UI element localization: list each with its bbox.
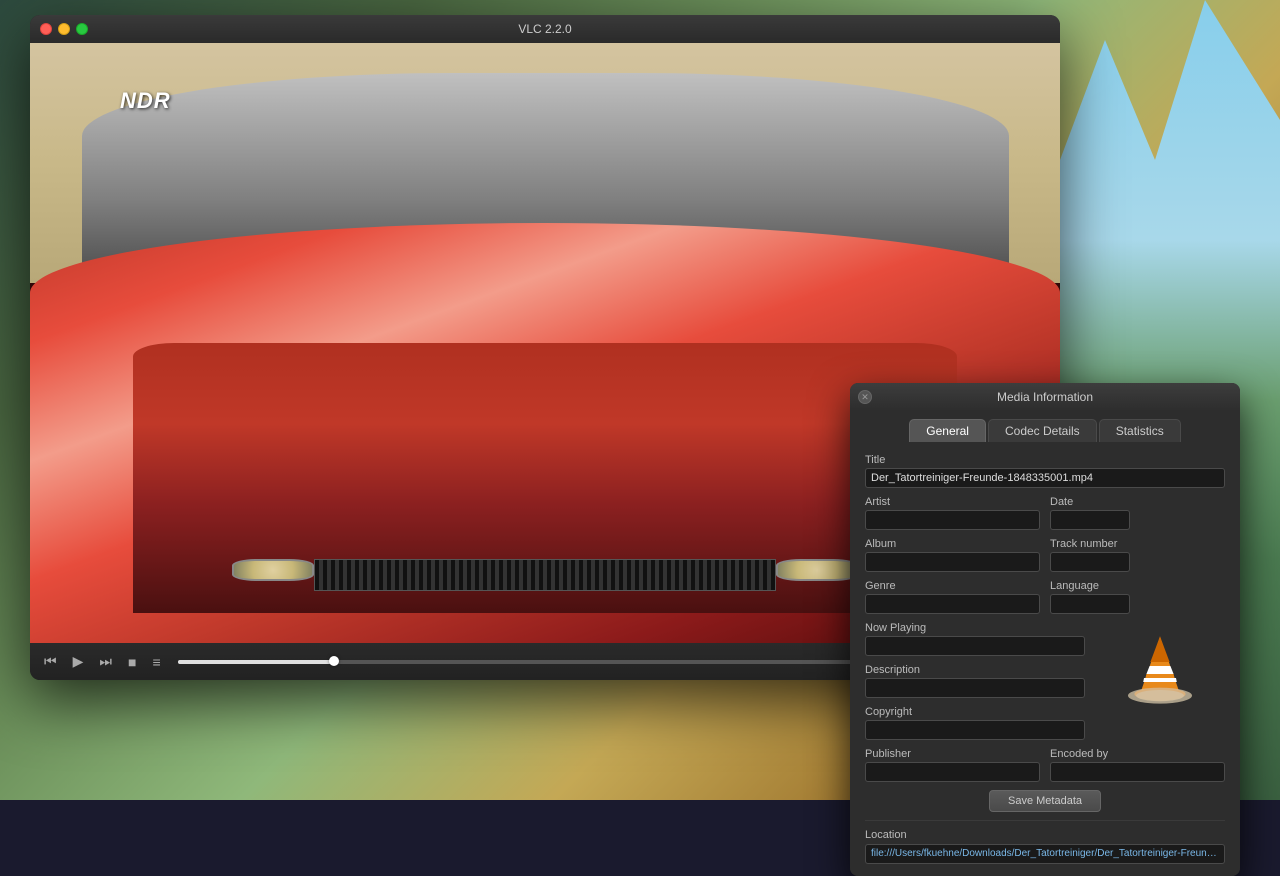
- publisher-group: Publisher: [865, 748, 1040, 782]
- window-title: VLC 2.2.0: [518, 22, 571, 36]
- track-number-group: Track number: [1050, 538, 1225, 572]
- vlc-logo: [1110, 630, 1210, 730]
- ndr-logo: NDR: [120, 88, 171, 114]
- save-metadata-button[interactable]: Save Metadata: [989, 790, 1101, 812]
- panel-titlebar: ✕ Media Information: [850, 383, 1240, 411]
- playlist-button[interactable]: ≡: [148, 652, 164, 672]
- description-label: Description: [865, 664, 1115, 676]
- maximize-button[interactable]: [76, 23, 88, 35]
- close-button[interactable]: [40, 23, 52, 35]
- publisher-encoded-row: Publisher Encoded by: [865, 748, 1225, 782]
- artist-input[interactable]: [865, 510, 1040, 530]
- publisher-label: Publisher: [865, 748, 1040, 760]
- encoded-by-input[interactable]: [1050, 762, 1225, 782]
- copyright-label: Copyright: [865, 706, 1115, 718]
- now-playing-input[interactable]: [865, 636, 1085, 656]
- car-front: [133, 343, 957, 613]
- tab-codec-details[interactable]: Codec Details: [988, 419, 1097, 442]
- location-input[interactable]: [865, 844, 1225, 864]
- description-input[interactable]: [865, 678, 1085, 698]
- date-label: Date: [1050, 496, 1225, 508]
- copyright-input[interactable]: [865, 720, 1085, 740]
- description-row: Description: [865, 664, 1115, 698]
- vlc-titlebar: VLC 2.2.0: [30, 15, 1060, 43]
- vlc-cone-icon: [1120, 630, 1200, 710]
- title-label: Title: [865, 454, 1225, 466]
- panel-tabs: General Codec Details Statistics: [850, 411, 1240, 442]
- track-number-label: Track number: [1050, 538, 1225, 550]
- panel-content: Title Artist Date Album Track number: [850, 442, 1240, 876]
- progress-knob[interactable]: [329, 656, 339, 666]
- location-row: Location: [865, 820, 1225, 864]
- album-group: Album: [865, 538, 1040, 572]
- artist-date-row: Artist Date: [865, 496, 1225, 530]
- publisher-input[interactable]: [865, 762, 1040, 782]
- album-input[interactable]: [865, 552, 1040, 572]
- language-group: Language: [1050, 580, 1225, 614]
- media-info-panel: ✕ Media Information General Codec Detail…: [850, 383, 1240, 876]
- album-track-row: Album Track number: [865, 538, 1225, 572]
- genre-group: Genre: [865, 580, 1040, 614]
- fast-forward-button[interactable]: ⏭: [95, 651, 116, 672]
- artist-group: Artist: [865, 496, 1040, 530]
- copyright-row: Copyright: [865, 706, 1115, 740]
- tab-statistics[interactable]: Statistics: [1099, 419, 1181, 442]
- progress-fill: [178, 660, 334, 664]
- encoded-by-label: Encoded by: [1050, 748, 1225, 760]
- minimize-button[interactable]: [58, 23, 70, 35]
- genre-label: Genre: [865, 580, 1040, 592]
- language-label: Language: [1050, 580, 1225, 592]
- language-input[interactable]: [1050, 594, 1130, 614]
- headlight-right: [776, 559, 858, 581]
- genre-input[interactable]: [865, 594, 1040, 614]
- now-playing-label: Now Playing: [865, 622, 1115, 634]
- date-input[interactable]: [1050, 510, 1130, 530]
- tab-general[interactable]: General: [909, 419, 986, 442]
- panel-title: Media Information: [997, 390, 1093, 404]
- album-label: Album: [865, 538, 1040, 550]
- play-button[interactable]: ▶: [69, 651, 88, 672]
- stop-button[interactable]: ■: [124, 652, 140, 672]
- window-controls: [40, 23, 88, 35]
- artist-label: Artist: [865, 496, 1040, 508]
- panel-close-button[interactable]: ✕: [858, 390, 872, 404]
- title-row: Title: [865, 454, 1225, 488]
- track-number-input[interactable]: [1050, 552, 1130, 572]
- save-button-container: Save Metadata: [865, 790, 1225, 812]
- content-with-logo: Now Playing Description Copyright: [865, 622, 1225, 748]
- now-playing-row: Now Playing: [865, 622, 1115, 656]
- location-label: Location: [865, 829, 1225, 841]
- genre-language-row: Genre Language: [865, 580, 1225, 614]
- headlight-left: [232, 559, 314, 581]
- rewind-button[interactable]: ⏮: [40, 651, 61, 672]
- encoded-by-group: Encoded by: [1050, 748, 1225, 782]
- title-input[interactable]: [865, 468, 1225, 488]
- car-grill: [314, 559, 775, 591]
- date-group: Date: [1050, 496, 1225, 530]
